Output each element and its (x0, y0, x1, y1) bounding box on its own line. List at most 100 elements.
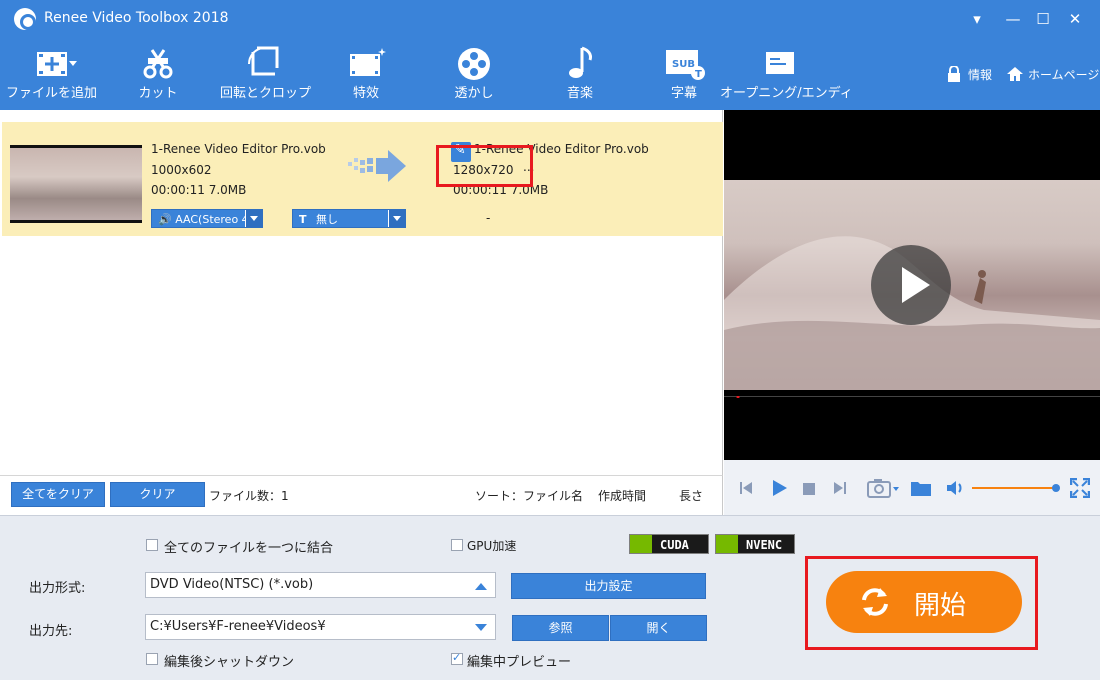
output-settings-panel: 全てのファイルを一つに結合 GPU加速 CUDA NVENC 出力形式: DVD… (0, 515, 1100, 680)
app-title: Renee Video Toolbox 2018 (44, 10, 229, 26)
title-bar: Renee Video Toolbox 2018 ▾ — ☐ ✕ (0, 0, 1100, 38)
volume-icon[interactable] (946, 480, 966, 496)
menu-dropdown-button[interactable]: ▾ (966, 8, 988, 30)
format-label: 出力形式: (29, 581, 86, 596)
start-label: 開始 (914, 591, 967, 621)
rotate-crop-icon (220, 44, 310, 82)
preview-while-editing-label: 編集中プレビュー (467, 655, 572, 670)
video-frame (724, 180, 1100, 390)
previous-icon[interactable] (738, 480, 754, 496)
effects-icon (336, 44, 396, 82)
source-file-name: 1-Renee Video Editor Pro.vob (151, 142, 326, 156)
nvidia-logo-icon (716, 535, 738, 553)
toolbar-label: カット (138, 86, 178, 101)
minimize-button[interactable]: — (1002, 8, 1024, 30)
output-format-value: DVD Video(NTSC) (*.vob) (150, 577, 314, 592)
toolbar-label: 回転とクロップ (220, 86, 312, 101)
audio-track-value: AAC(Stereo 4 (175, 213, 249, 226)
text-icon: T (299, 213, 307, 226)
toolbar-label: ファイルを追加 (6, 86, 98, 101)
volume-slider[interactable] (972, 484, 1062, 492)
chevron-down-icon (245, 210, 262, 227)
cut-icon (128, 44, 188, 82)
toolbar-cut[interactable]: カット (128, 44, 188, 106)
gpu-accel-checkbox[interactable] (451, 539, 463, 551)
toolbar-music[interactable]: 音楽 (550, 44, 610, 106)
clear-button[interactable]: クリア (110, 482, 205, 507)
browse-button[interactable]: 参照 (512, 615, 609, 641)
file-list: 1-Renee Video Editor Pro.vob 1000x602 00… (0, 110, 723, 475)
play-overlay-button[interactable] (871, 245, 951, 325)
home-icon (1007, 67, 1023, 81)
cuda-badge: CUDA (629, 534, 709, 554)
toolbar-rotate-crop[interactable]: 回転とクロップ (220, 44, 312, 106)
video-timeline[interactable] (724, 396, 1100, 398)
screenshot-camera-icon[interactable] (867, 478, 901, 498)
file-row[interactable]: 1-Renee Video Editor Pro.vob 1000x602 00… (2, 122, 723, 236)
svg-text:T: T (695, 69, 702, 80)
lock-icon (948, 66, 960, 82)
nvenc-badge: NVENC (715, 534, 795, 554)
refresh-icon (862, 588, 888, 616)
chevron-down-icon (475, 624, 487, 631)
music-icon (550, 44, 610, 82)
convert-arrow-icon (348, 150, 406, 182)
shutdown-label: 編集後シャットダウン (164, 655, 295, 670)
maximize-button[interactable]: ☐ (1032, 8, 1054, 30)
speaker-icon: 🔊 (158, 213, 172, 226)
video-thumbnail (10, 145, 142, 223)
highlight-annotation-box (436, 145, 533, 187)
source-resolution: 1000x602 (151, 163, 212, 177)
subtitle-icon: SUB T (654, 44, 714, 82)
add-file-icon (6, 44, 96, 82)
toolbar-label: 音楽 (566, 86, 593, 101)
close-button[interactable]: ✕ (1064, 8, 1086, 30)
video-preview (724, 110, 1100, 460)
list-action-bar: 全てをクリア クリア ファイル数：1 ソート：ファイル名 作成時間 長さ (0, 475, 723, 515)
preview-while-editing-checkbox[interactable] (451, 651, 463, 665)
player-controls (724, 460, 1100, 515)
open-folder-button[interactable]: 開く (610, 615, 707, 641)
shutdown-checkbox[interactable] (146, 653, 158, 665)
toolbar-watermark[interactable]: 透かし (444, 44, 504, 106)
dash-placeholder: - (486, 211, 491, 225)
folder-icon[interactable] (910, 479, 932, 497)
toolbar-subtitle[interactable]: SUB T 字幕 (654, 44, 714, 106)
fullscreen-icon[interactable] (1070, 478, 1090, 498)
subtitle-value: 無し (316, 213, 339, 226)
output-format-select[interactable]: DVD Video(NTSC) (*.vob) (145, 572, 496, 598)
merge-files-checkbox[interactable] (146, 539, 158, 551)
toolbar-label: 特效 (352, 86, 379, 101)
nvenc-label: NVENC (746, 538, 783, 552)
subtitle-dropdown[interactable]: T 無し (292, 209, 406, 228)
info-link[interactable]: 情報 (968, 66, 992, 83)
next-icon[interactable] (832, 480, 848, 496)
chevron-up-icon (475, 583, 487, 590)
nvidia-logo-icon (630, 535, 652, 553)
merge-files-label: 全てのファイルを一つに結合 (164, 541, 334, 556)
toolbar-label: 透かし (454, 86, 494, 101)
clear-all-button[interactable]: 全てをクリア (11, 482, 105, 507)
output-folder-select[interactable]: C:¥Users¥F-renee¥Videos¥ (145, 614, 496, 640)
app-logo-icon (14, 8, 36, 30)
sort-by-length[interactable]: 長さ (679, 487, 703, 504)
sort-by-name[interactable]: ソート：ファイル名 (475, 487, 583, 504)
start-button[interactable]: 開始 (826, 571, 1022, 633)
sort-by-time[interactable]: 作成時間 (598, 487, 646, 504)
audio-track-dropdown[interactable]: 🔊 AAC(Stereo 4 (151, 209, 263, 228)
toolbar-effects[interactable]: 特效 (336, 44, 396, 106)
play-icon[interactable] (770, 479, 788, 497)
source-meta: 00:00:11 7.0MB (151, 183, 247, 197)
opening-ending-icon (720, 44, 840, 82)
stop-icon[interactable] (803, 483, 815, 495)
destination-label: 出力先: (29, 624, 73, 639)
toolbar-opening-ending[interactable]: オープニング/エンディ (720, 44, 853, 106)
toolbar-label: 字幕 (670, 86, 697, 101)
output-settings-button[interactable]: 出力設定 (511, 573, 706, 599)
homepage-link[interactable]: ホームページ (1028, 66, 1099, 83)
top-bar: Renee Video Toolbox 2018 ▾ — ☐ ✕ ファイルを追加… (0, 0, 1100, 110)
toolbar-label: オープニング/エンディ (720, 86, 853, 101)
start-highlight-box: 開始 (805, 556, 1038, 650)
chevron-down-icon (388, 210, 405, 227)
toolbar-add-file[interactable]: ファイルを追加 (6, 44, 98, 106)
